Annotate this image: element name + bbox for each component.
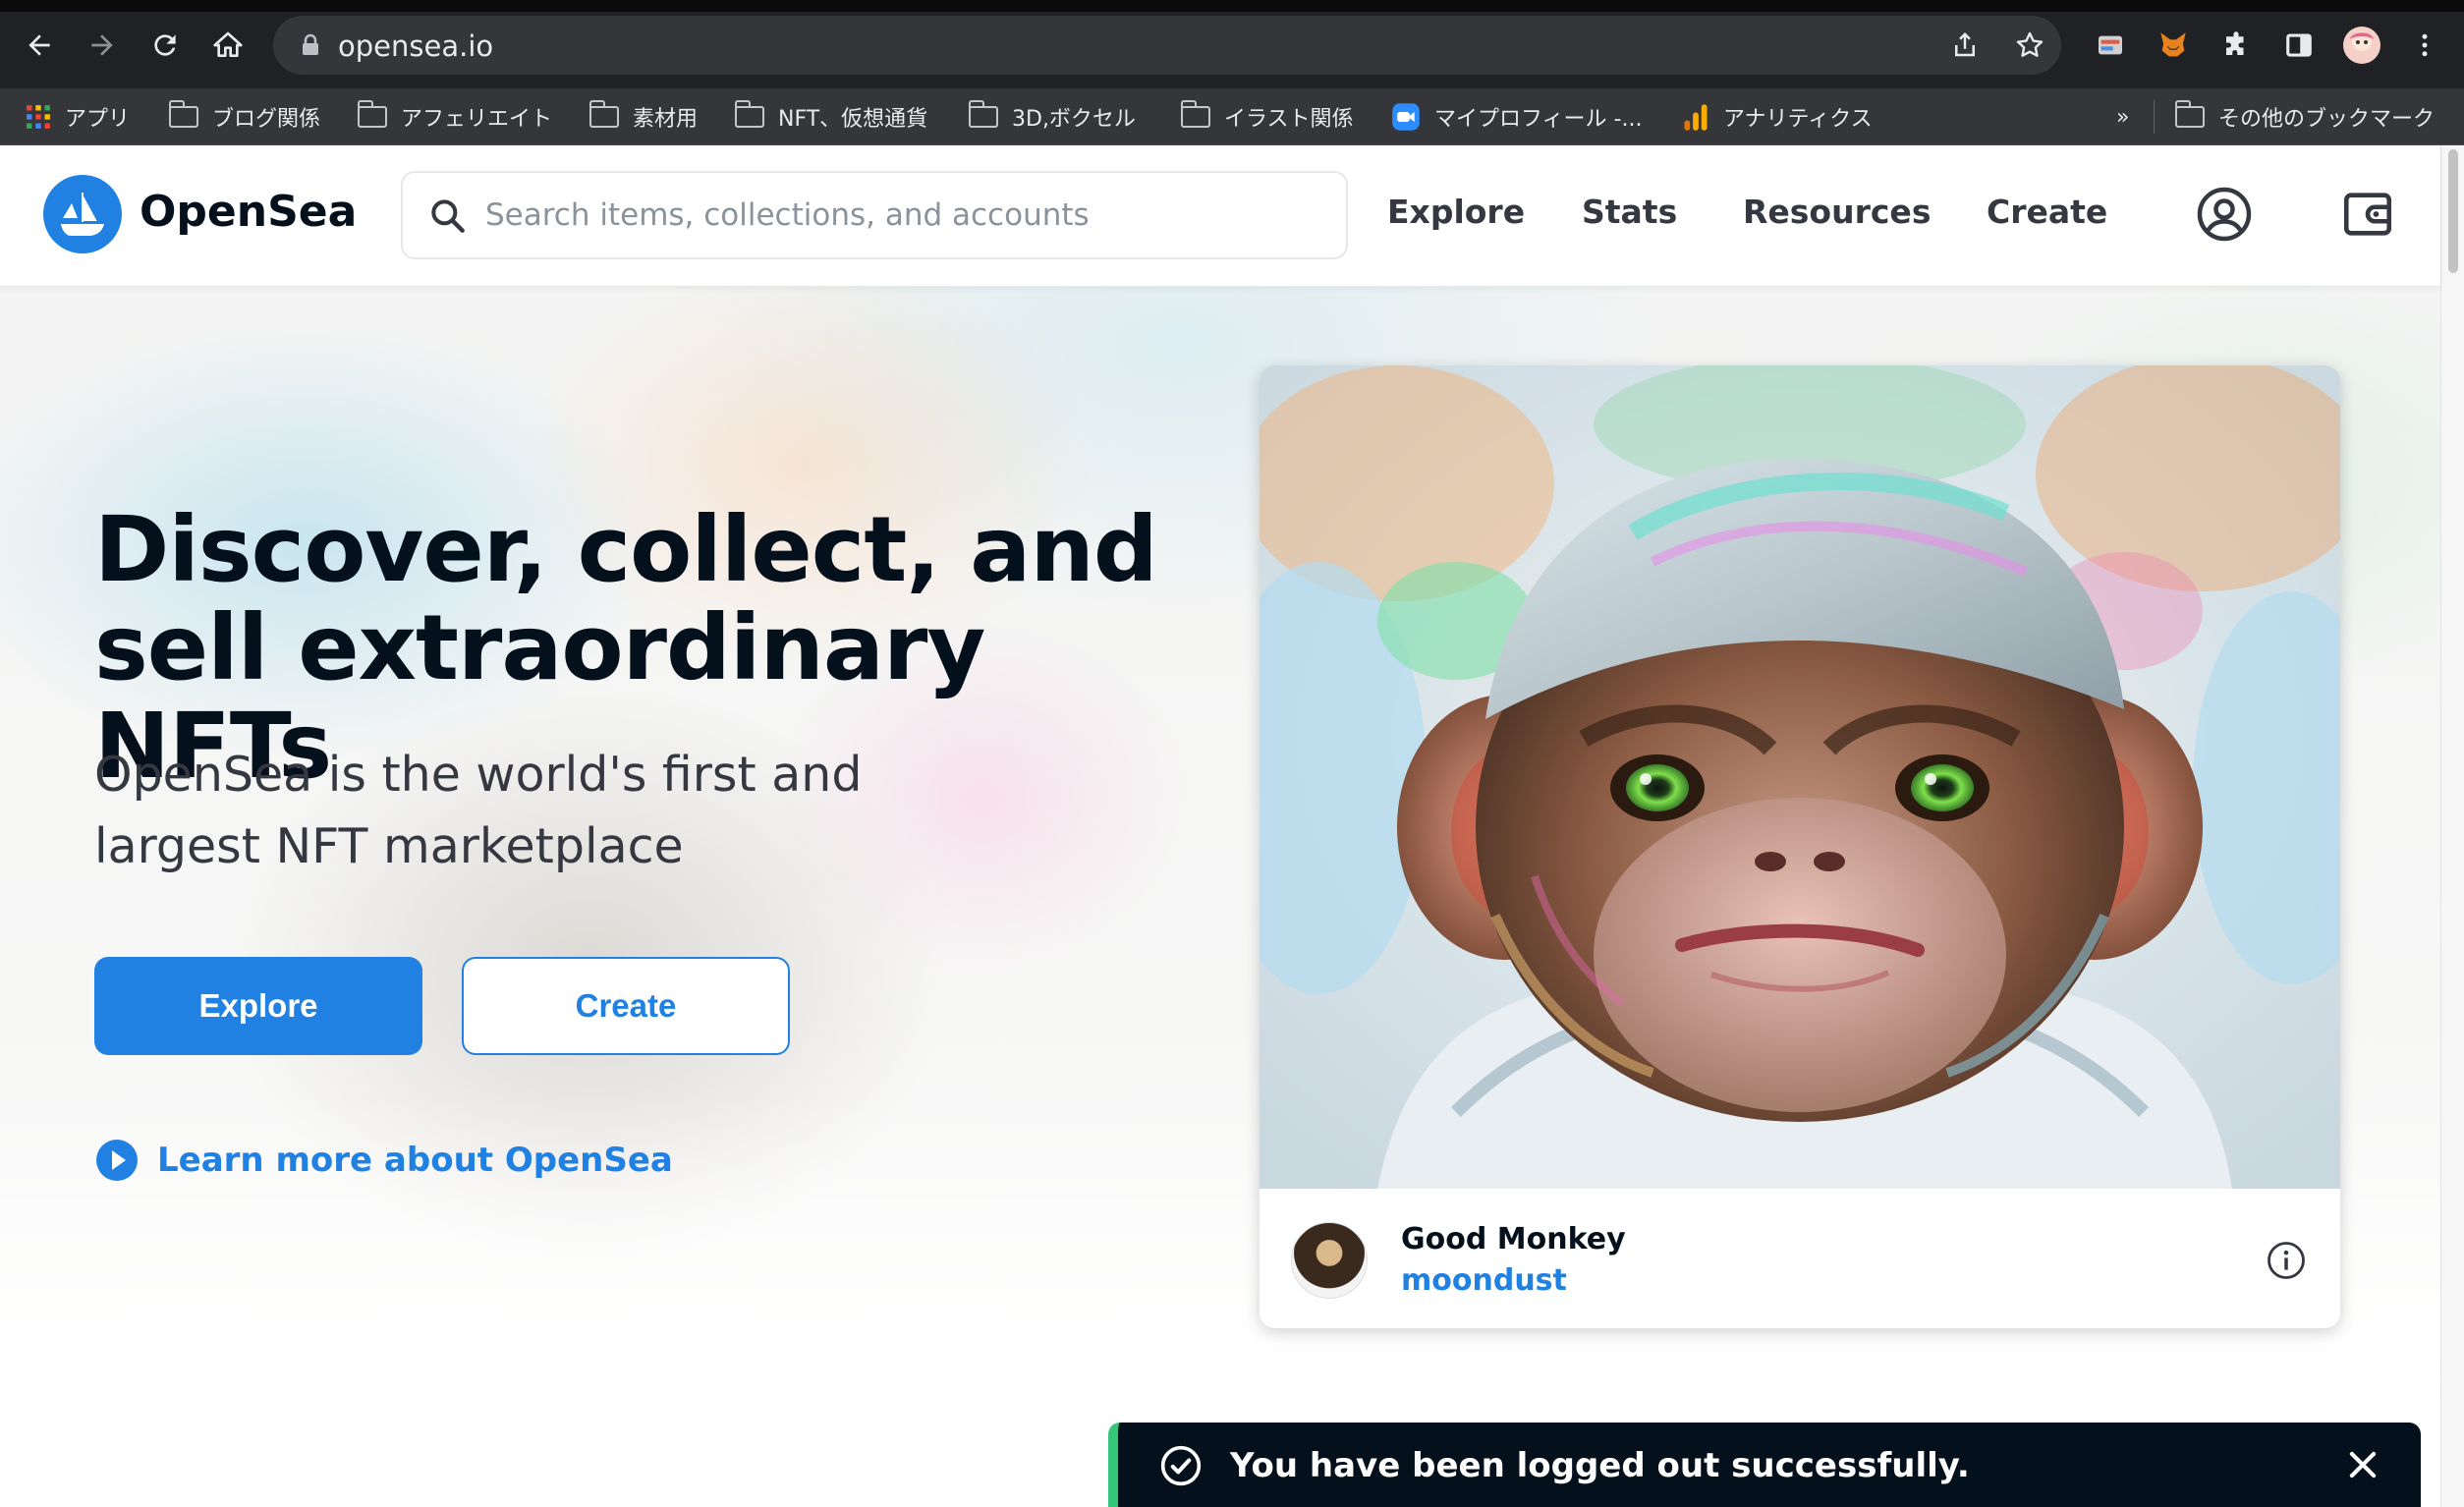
logout-toast: You have been logged out successfully. <box>1108 1423 2421 1507</box>
browser-toolbar: opensea.io <box>0 0 2464 88</box>
search-box[interactable] <box>401 171 1348 259</box>
zoom-icon <box>1392 103 1420 131</box>
home-button[interactable] <box>206 24 250 67</box>
folder-icon <box>2174 100 2205 128</box>
create-button[interactable]: Create <box>462 957 790 1055</box>
bookmark-other[interactable]: その他のブックマーク <box>2174 88 2436 145</box>
page-scrollbar[interactable] <box>2440 145 2464 1507</box>
learn-more-label: Learn more about OpenSea <box>157 1141 673 1180</box>
ship-icon <box>61 193 104 236</box>
share-button[interactable] <box>1943 24 1987 67</box>
bookmark-star-button[interactable] <box>2008 24 2051 67</box>
toast-message: You have been logged out successfully. <box>1230 1446 1970 1485</box>
scrollbar-thumb[interactable] <box>2448 149 2458 273</box>
side-panel-icon <box>2286 33 2312 57</box>
share-icon <box>1955 31 1975 57</box>
bookmarks-overflow-button[interactable]: » <box>2116 88 2129 145</box>
brand-name[interactable]: OpenSea <box>140 187 357 237</box>
nav-resources[interactable]: Resources <box>1743 193 1931 231</box>
reload-button[interactable] <box>143 24 187 67</box>
bookmark-folder-nft[interactable]: NFT、仮想通貨 <box>734 88 928 145</box>
bookmark-analytics[interactable]: アナリティクス <box>1682 88 1873 145</box>
bookmark-label: ブログ関係 <box>212 107 321 132</box>
more-vertical-icon <box>2422 33 2428 57</box>
bookmark-label: アフェリエイト <box>401 107 553 132</box>
nav-explore[interactable]: Explore <box>1387 193 1525 231</box>
bookmarks-bar: アプリ ブログ関係 アフェリエイト 素材用 NFT、仮想通貨 3D,ボクセル イ… <box>0 88 2464 145</box>
check-circle-icon <box>1160 1445 1202 1486</box>
bookmark-zoom-profile[interactable]: マイプロフィール -... <box>1391 88 1642 145</box>
star-icon <box>2016 31 2044 57</box>
search-input[interactable] <box>485 191 1330 240</box>
address-bar[interactable]: opensea.io <box>273 16 2061 75</box>
home-icon <box>213 31 243 57</box>
explore-button[interactable]: Explore <box>94 957 422 1055</box>
bookmark-label: マイプロフィール -... <box>1434 107 1643 132</box>
bookmark-label: その他のブックマーク <box>2218 107 2436 132</box>
browser-menu-button[interactable] <box>2403 24 2446 67</box>
apps-grid-icon <box>27 105 50 129</box>
fox-icon <box>2160 32 2186 57</box>
bookmark-label: 3D,ボクセル <box>1012 107 1136 132</box>
extension-cast-button[interactable] <box>2089 24 2132 67</box>
tab-strip <box>0 0 2464 12</box>
bookmark-label: アナリティクス <box>1723 107 1873 132</box>
bookmark-folder-blog[interactable]: ブログ関係 <box>168 88 321 145</box>
folder-icon <box>1180 100 1210 128</box>
wallet-button[interactable] <box>2336 183 2399 246</box>
account-button[interactable] <box>2193 183 2256 246</box>
extension-icon <box>2099 35 2122 55</box>
featured-nft-image[interactable] <box>1260 365 2340 1189</box>
featured-nft-card[interactable]: Good Monkey moondust <box>1260 365 2340 1328</box>
arrow-right-icon <box>91 34 113 56</box>
folder-icon <box>968 100 998 128</box>
folder-icon <box>168 100 198 128</box>
overflow-chevron: » <box>2116 104 2130 130</box>
reload-icon <box>154 34 176 56</box>
play-icon <box>96 1140 138 1181</box>
bookmark-label: イラスト関係 <box>1224 107 1354 132</box>
forward-button[interactable] <box>81 24 124 67</box>
search-icon <box>431 199 465 233</box>
nav-stats[interactable]: Stats <box>1582 193 1677 231</box>
nav-create[interactable]: Create <box>1987 193 2107 231</box>
puzzle-icon <box>2226 31 2244 55</box>
learn-more-link[interactable]: Learn more about OpenSea <box>96 1140 673 1181</box>
nft-card-footer: Good Monkey moondust <box>1260 1189 2340 1328</box>
analytics-icon <box>1684 104 1708 131</box>
wallet-icon <box>2343 193 2392 236</box>
profile-avatar-button[interactable] <box>2340 24 2383 67</box>
bookmark-folder-illustration[interactable]: イラスト関係 <box>1180 88 1354 145</box>
creator-name[interactable]: moondust <box>1401 1263 1567 1298</box>
lock-icon <box>303 33 318 55</box>
folder-icon <box>734 100 764 128</box>
metamask-button[interactable] <box>2152 24 2195 67</box>
creator-avatar[interactable] <box>1291 1222 1368 1299</box>
hero-subheadline: OpenSea is the world's first and largest… <box>94 747 863 874</box>
back-button[interactable] <box>18 24 61 67</box>
nft-title[interactable]: Good Monkey <box>1401 1222 1626 1256</box>
bookmark-folder-3d[interactable]: 3D,ボクセル <box>968 88 1136 145</box>
bookmark-folder-materials[interactable]: 素材用 <box>588 88 699 145</box>
profile-avatar-icon <box>2343 27 2380 64</box>
bookmark-label: NFT、仮想通貨 <box>778 107 928 132</box>
opensea-logo[interactable] <box>43 175 122 253</box>
bookmark-apps[interactable]: アプリ <box>26 88 130 145</box>
bookmark-label: アプリ <box>65 107 131 132</box>
folder-icon <box>357 100 387 128</box>
close-icon[interactable] <box>2344 1446 2381 1483</box>
bookmark-folder-affiliate[interactable]: アフェリエイト <box>357 88 553 145</box>
bookmarks-divider <box>2154 100 2155 134</box>
account-circle-icon <box>2197 187 2252 242</box>
arrow-left-icon <box>28 34 50 56</box>
side-panel-button[interactable] <box>2277 24 2321 67</box>
url-text: opensea.io <box>338 29 494 63</box>
bookmark-label: 素材用 <box>633 107 699 132</box>
hero-section: Discover, collect, and sell extraordinar… <box>0 287 2440 1507</box>
folder-icon <box>588 100 619 128</box>
info-icon[interactable] <box>2266 1240 2307 1281</box>
site-header: OpenSea Explore Stats Resources Create <box>0 145 2440 287</box>
extensions-button[interactable] <box>2214 24 2258 67</box>
